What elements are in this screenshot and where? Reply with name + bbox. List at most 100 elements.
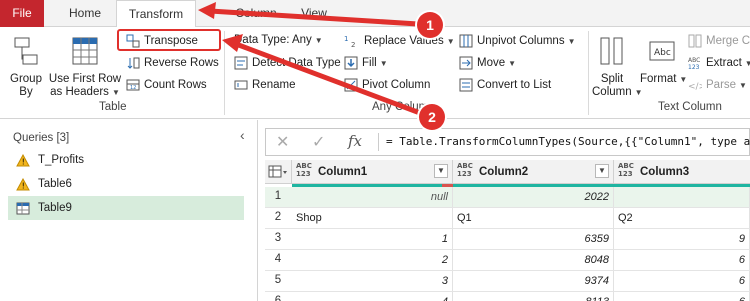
table-row: 5 3 9374 6 [265,271,750,291]
data-type-dropdown[interactable]: Data Type: Any ▼ [234,34,323,46]
svg-text:1: 1 [344,35,348,43]
formula-input[interactable]: = Table.TransformColumnTypes(Source,{{"C… [386,135,750,148]
table-cell[interactable]: 9 [614,229,750,249]
pivot-column-button[interactable]: Pivot Column [344,78,430,92]
rename-button[interactable]: Rename [234,78,295,92]
row-number: 6 [274,295,282,301]
chevron-down-icon: ▼ [379,58,388,68]
group-by-label-2: By [19,86,33,98]
any-type-icon[interactable]: ABC 123 [457,162,473,178]
filter-dropdown-icon[interactable]: ▼ [595,164,609,178]
column-header-column2[interactable]: ABC 123 Column2 ▼ [453,160,614,184]
table-cell[interactable]: 6359 [453,229,614,249]
ribbon-tab-bar: File Home Transform Column View [0,0,750,28]
tab-transform[interactable]: Transform [116,0,196,28]
table-cell[interactable]: 8113 [453,292,614,301]
svg-text:!: ! [22,181,25,190]
column-header-column3[interactable]: ABC 123 Column3 [614,160,750,184]
collapse-pane-chevron-icon[interactable]: ‹ [240,127,245,143]
text-column-group-label: Text Column [658,101,722,113]
query-item-t-profits[interactable]: ! T_Profits [8,148,244,172]
table-row: 3 1 6359 9 [265,229,750,249]
tab-home[interactable]: Home [58,0,112,27]
table-cell[interactable]: Q1 [453,208,614,228]
svg-text:!: ! [22,157,25,166]
pivot-column-label: Pivot Column [362,79,431,91]
detect-data-type-button[interactable]: Detect Data Type [234,56,341,70]
move-icon [459,56,473,70]
fill-label: Fill [362,57,377,69]
group-by-button[interactable]: Group By [6,35,46,99]
any-type-icon[interactable]: ABC 123 [296,162,312,178]
chevron-down-icon: ▼ [744,58,750,68]
svg-text:2: 2 [351,41,355,48]
format-button[interactable]: Abc Format ▼ [640,35,687,86]
count-rows-button[interactable]: 12 Count Rows [126,78,207,92]
move-label: Move [477,57,506,69]
table-cell[interactable]: null [292,187,453,207]
row-number: 2 [274,211,282,223]
svg-text:12: 12 [130,85,136,91]
table-cell[interactable]: Shop [292,208,453,228]
move-button[interactable]: Move ▼ [459,56,516,70]
fill-down-icon [344,56,358,70]
queries-heading: Queries [3] [13,132,70,144]
table-cell[interactable]: 4 [292,292,453,301]
table-cell[interactable]: 2022 [453,187,614,207]
tab-view[interactable]: View [294,0,334,27]
fill-button[interactable]: Fill ▼ [344,56,388,70]
convert-to-list-button[interactable]: Convert to List [459,78,551,92]
parse-icon: </> [688,82,702,92]
any-type-icon[interactable]: ABC 123 [618,162,634,178]
table-cell[interactable]: 1 [292,229,453,249]
pivot-column-icon [344,78,358,92]
data-type-label: Data Type: Any [234,34,312,46]
split-column-icon [600,37,623,65]
merge-columns-icon [688,34,702,48]
table-cell[interactable]: 2 [292,250,453,270]
svg-text:Abc: Abc [654,48,671,58]
table-menu-icon [268,165,287,178]
reverse-rows-icon [127,57,140,69]
query-item-table6[interactable]: ! Table6 [8,172,244,196]
table-menu-button[interactable] [265,160,292,184]
tab-file[interactable]: File [0,0,44,27]
table-cell[interactable]: 6 [614,271,750,291]
chevron-down-icon: ▼ [446,36,455,46]
group-by-icon [14,37,38,65]
column-header-column1[interactable]: ABC 123 Column1 ▼ [292,160,453,184]
ribbon: Group By Use First Row as Headers ▼ Trans… [0,27,750,119]
table-cell[interactable]: 6 [614,250,750,270]
table-cell[interactable]: 6 [614,292,750,301]
svg-text:</>: </> [688,82,702,92]
replace-values-button[interactable]: 1 2 Replace Values ▼ [344,34,455,48]
fx-icon[interactable]: fx [348,132,362,150]
split-column-button[interactable]: Split Column ▼ [592,35,643,99]
table-cell[interactable]: 3 [292,271,453,291]
extract-button[interactable]: ABC 123 Extract ▼ [688,56,750,70]
table-cell[interactable]: 9374 [453,271,614,291]
merge-columns-button[interactable]: Merge C [688,34,750,48]
parse-button[interactable]: </> Parse▼ [688,78,747,92]
tab-add-column[interactable]: Column [228,0,284,27]
table-cell[interactable] [614,187,750,207]
queries-pane: Queries [3] ‹ ! T_Profits ! Table6 Table… [0,120,258,301]
cancel-formula-icon[interactable]: ✕ [276,132,289,152]
use-first-row-as-headers-button[interactable]: Use First Row as Headers ▼ [46,35,124,99]
count-rows-label: Count Rows [144,79,207,91]
unpivot-columns-button[interactable]: Unpivot Columns ▼ [459,34,576,48]
table-cell[interactable]: 8048 [453,250,614,270]
table-cell[interactable]: Q2 [614,208,750,228]
reverse-rows-button[interactable]: Reverse Rows [126,56,219,70]
query-item-table9[interactable]: Table9 [8,196,244,220]
row-number: 1 [274,190,282,202]
filter-dropdown-icon[interactable]: ▼ [434,164,448,178]
annotation-badge-1: 1 [417,12,443,38]
group-divider [588,31,589,115]
group-divider [224,31,225,115]
annotation-badge-2: 2 [419,104,445,130]
confirm-formula-icon[interactable]: ✓ [312,132,325,152]
chevron-down-icon: ▼ [739,80,747,90]
replace-values-icon: 1 2 [344,35,355,48]
count-rows-icon: 12 [126,79,140,91]
